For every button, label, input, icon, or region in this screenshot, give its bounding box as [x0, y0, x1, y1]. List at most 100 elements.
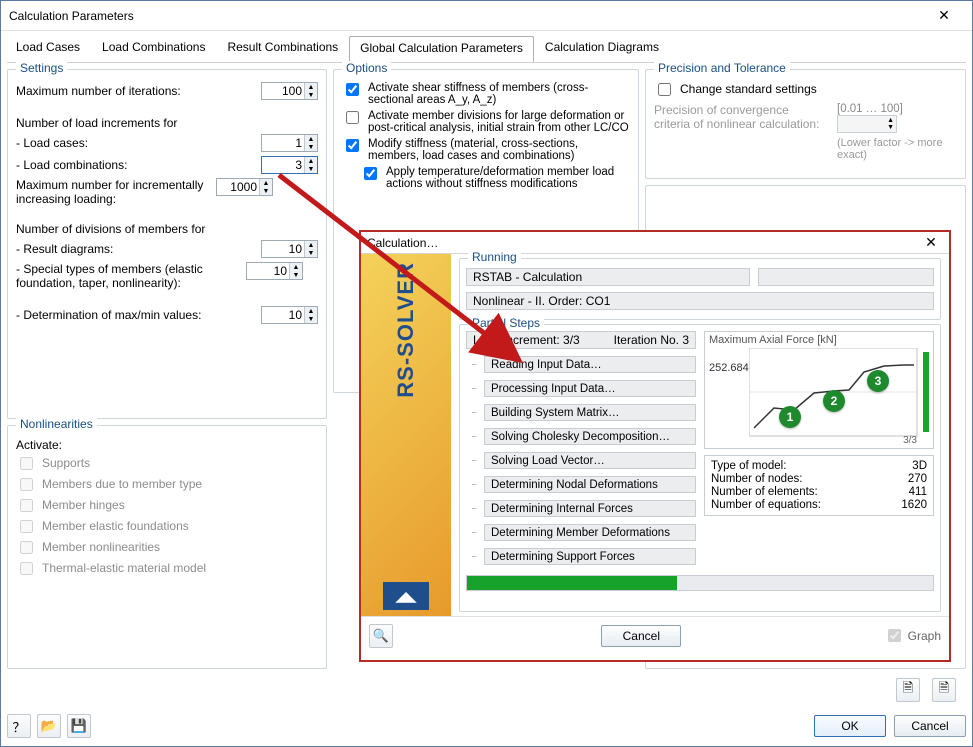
opt-apply-temp[interactable]: Apply temperature/deformation member loa… — [360, 166, 630, 190]
badge-1: 1 — [779, 406, 801, 428]
div-header: Number of divisions of members for — [16, 222, 318, 236]
max-iter-input[interactable]: ▲▼ — [261, 82, 318, 100]
load-combos-label: - Load combinations: — [16, 158, 261, 172]
partial-steps-group: Partial Steps Load Increment: 3/3 Iterat… — [459, 324, 941, 612]
tab-load-combinations[interactable]: Load Combinations — [91, 35, 216, 61]
opt-member-divisions[interactable]: Activate member divisions for large defo… — [342, 110, 630, 134]
nonlinear-item[interactable]: Member nonlinearities — [16, 540, 318, 557]
settings-group: Settings Maximum number of iterations: ▲… — [7, 69, 327, 419]
conv-label: Precision of convergence criteria of non… — [654, 103, 824, 131]
partial-head: Load Increment: 3/3 Iteration No. 3 — [466, 331, 696, 349]
incr-header: Number of load increments for — [16, 116, 318, 130]
step-item: ⎯Solving Cholesky Decomposition… — [472, 425, 696, 448]
max-iter-label: Maximum number of iterations: — [16, 84, 261, 98]
chart-x-label: 3/3 — [903, 435, 917, 446]
nonlinear-item[interactable]: Member elastic foundations — [16, 519, 318, 536]
precision-input: ▲▼ — [837, 115, 897, 133]
maxmin-label: - Determination of max/min values: — [16, 308, 261, 322]
badge-3: 3 — [867, 370, 889, 392]
precision-range: [0.01 … 100] — [837, 103, 957, 115]
settings-legend: Settings — [16, 61, 67, 75]
cancel-button[interactable]: Cancel — [894, 715, 966, 737]
step-item: ⎯Reading Input Data… — [472, 353, 696, 376]
running-line2: Nonlinear - II. Order: CO1 — [466, 292, 934, 310]
nonlinear-item[interactable]: Thermal-elastic material model — [16, 561, 318, 578]
opt-shear-stiffness[interactable]: Activate shear stiffness of members (cro… — [342, 82, 630, 106]
step-item: ⎯Solving Load Vector… — [472, 449, 696, 472]
step-item: ⎯Determining Support Forces — [472, 545, 696, 568]
activate-label: Activate: — [16, 438, 318, 452]
calc-close-icon[interactable]: ✕ — [919, 234, 943, 251]
max-incr-label: Maximum number for incrementally increas… — [16, 178, 216, 206]
chart-y-value: 252.684 — [709, 362, 749, 374]
step-item: ⎯Processing Input Data… — [472, 377, 696, 400]
graph-checkbox[interactable]: Graph — [884, 626, 941, 645]
step-list: ⎯Reading Input Data…⎯Processing Input Da… — [472, 353, 696, 568]
nonlinear-group: Nonlinearities Activate: SupportsMembers… — [7, 425, 327, 669]
tab-calc-diagrams[interactable]: Calculation Diagrams — [534, 35, 670, 61]
tabs: Load Cases Load Combinations Result Comb… — [1, 31, 972, 62]
calc-footer: 🔍 Cancel Graph — [361, 616, 949, 654]
iter-label: Iteration No. 3 — [614, 333, 689, 347]
load-cases-label: - Load cases: — [16, 136, 261, 150]
nonlinear-item[interactable]: Supports — [16, 456, 318, 473]
nonlinear-item[interactable]: Members due to member type — [16, 477, 318, 494]
result-diag-input[interactable]: ▲▼ — [261, 240, 318, 258]
calc-progress — [466, 575, 934, 591]
nonlinear-legend: Nonlinearities — [16, 417, 97, 431]
ok-button[interactable]: OK — [814, 715, 886, 737]
result-diag-label: - Result diagrams: — [16, 242, 261, 256]
tab-load-cases[interactable]: Load Cases — [5, 35, 91, 61]
magnifier-icon[interactable]: 🔍 — [369, 624, 393, 648]
running-line1: RSTAB - Calculation — [466, 268, 750, 286]
chevron-up-icon[interactable]: ▲ — [305, 83, 317, 91]
precision-legend: Precision and Tolerance — [654, 61, 790, 75]
solver-logo-icon: ◢◣ — [383, 582, 429, 610]
step-item: ⎯Determining Internal Forces — [472, 497, 696, 520]
stats-grid: Type of model:3D Number of nodes:270 Num… — [704, 455, 934, 516]
load-cases-input[interactable]: ▲▼ — [261, 134, 318, 152]
help-icon[interactable]: ？ — [7, 714, 31, 738]
save-icon[interactable]: 💾 — [67, 714, 91, 738]
solver-text: RS-SOLVER — [393, 262, 419, 398]
step-item: ⎯Determining Nodal Deformations — [472, 473, 696, 496]
tab-result-combinations[interactable]: Result Combinations — [216, 35, 349, 61]
titlebar: Calculation Parameters ✕ — [1, 1, 972, 31]
nonlinear-item[interactable]: Member hinges — [16, 498, 318, 515]
change-standard-settings[interactable]: Change standard settings — [654, 82, 957, 99]
running-progress-slot — [758, 268, 934, 286]
running-group: Running RSTAB - Calculation Nonlinear - … — [459, 258, 941, 320]
chart-green-strip — [923, 352, 929, 432]
icon-slot-b[interactable]: 🗎 — [932, 678, 956, 702]
calc-title: Calculation… — [367, 236, 438, 250]
special-input[interactable]: ▲▼ — [246, 262, 303, 280]
window-title: Calculation Parameters — [9, 9, 134, 23]
precision-hint: (Lower factor -> more exact) — [837, 137, 957, 161]
footer-bar: ？ 📂 💾 OK Cancel — [7, 712, 966, 740]
step-item: ⎯Determining Member Deformations — [472, 521, 696, 544]
chevron-down-icon[interactable]: ▼ — [305, 91, 317, 99]
special-label: - Special types of members (elastic foun… — [16, 262, 246, 290]
opt-modify-stiffness[interactable]: Modify stiffness (material, cross-sectio… — [342, 138, 630, 162]
options-legend: Options — [342, 61, 391, 75]
calculation-parameters-window: Calculation Parameters ✕ Load Cases Load… — [0, 0, 973, 747]
calc-titlebar: Calculation… ✕ — [361, 232, 949, 254]
partial-legend: Partial Steps — [468, 316, 544, 330]
load-combos-input[interactable]: ▲▼ — [261, 156, 318, 174]
solver-graphic: RS-SOLVER ◢◣ — [361, 254, 451, 616]
tab-global-calc-params[interactable]: Global Calculation Parameters — [349, 36, 534, 62]
max-incr-input[interactable]: ▲▼ — [216, 178, 273, 196]
precision-group: Precision and Tolerance Change standard … — [645, 69, 966, 179]
axial-force-chart: Maximum Axial Force [kN] 252.684 3/3 1 — [704, 331, 934, 449]
step-item: ⎯Building System Matrix… — [472, 401, 696, 424]
badge-2: 2 — [823, 390, 845, 412]
load-incr-label: Load Increment: 3/3 — [473, 333, 580, 347]
chart-title: Maximum Axial Force [kN] — [709, 334, 837, 346]
maxmin-input[interactable]: ▲▼ — [261, 306, 318, 324]
running-legend: Running — [468, 250, 521, 264]
folder-icon[interactable]: 📂 — [37, 714, 61, 738]
icon-slot-a[interactable]: 🗎 — [896, 678, 920, 702]
close-icon[interactable]: ✕ — [924, 2, 964, 30]
calc-cancel-button[interactable]: Cancel — [601, 625, 681, 647]
calculation-dialog: Calculation… ✕ RS-SOLVER ◢◣ Running RSTA… — [359, 230, 951, 662]
